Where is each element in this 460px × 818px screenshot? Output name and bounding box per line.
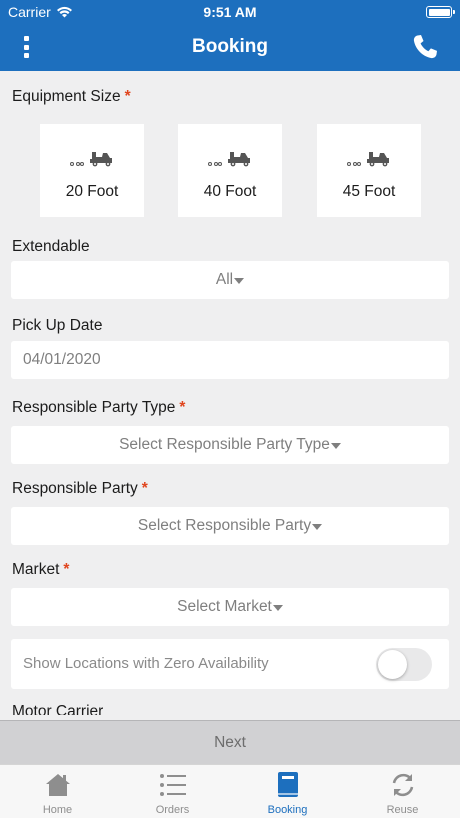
equipment-option-45ft[interactable]: 45 Foot [317, 124, 421, 217]
equipment-option-20ft[interactable]: 20 Foot [40, 124, 144, 217]
phone-icon[interactable] [410, 32, 440, 62]
motor-carrier-label: Motor Carrier [12, 703, 104, 715]
equipment-size-label-text: Equipment Size [12, 88, 121, 105]
tab-reuse[interactable]: Reuse [345, 765, 460, 818]
required-mark: * [141, 480, 148, 497]
battery-icon [426, 6, 455, 18]
caret-down-icon [330, 443, 341, 449]
truck-icon [347, 152, 389, 167]
list-icon [160, 774, 186, 796]
required-mark: * [179, 399, 186, 416]
required-mark: * [124, 88, 131, 105]
extendable-label: Extendable [12, 238, 90, 255]
market-label: Market * [12, 561, 69, 579]
tab-bar: Home Orders Booking Reuse [0, 764, 460, 818]
equipment-option-label: 20 Foot [65, 183, 119, 200]
home-icon [46, 774, 70, 796]
equipment-option-label: 40 Foot [203, 183, 257, 200]
extendable-select[interactable]: All [11, 261, 449, 299]
pick-up-date-field[interactable]: 04/01/2020 [11, 341, 449, 379]
equipment-option-label: 45 Foot [342, 183, 396, 200]
zero-availability-row: Show Locations with Zero Availability [11, 639, 449, 689]
pick-up-date-label: Pick Up Date [12, 317, 103, 334]
tab-booking[interactable]: Booking [230, 765, 345, 818]
tab-orders-label: Orders [155, 804, 190, 816]
responsible-party-label: Responsible Party * [12, 480, 148, 498]
reuse-icon [392, 773, 414, 797]
zero-availability-label: Show Locations with Zero Availability [23, 655, 269, 672]
tab-orders[interactable]: Orders [115, 765, 230, 818]
page-title: Booking [192, 36, 268, 57]
toggle-knob [378, 650, 407, 679]
status-bar: Carrier 9:51 AM [0, 0, 460, 24]
responsible-party-type-placeholder: Select Responsible Party Type [119, 436, 330, 453]
equipment-size-label: Equipment Size * [12, 88, 131, 106]
responsible-party-select[interactable]: Select Responsible Party [11, 507, 449, 545]
truck-icon [208, 152, 250, 167]
tab-home[interactable]: Home [0, 765, 115, 818]
responsible-party-type-select[interactable]: Select Responsible Party Type [11, 426, 449, 464]
tab-reuse-label: Reuse [386, 804, 419, 816]
responsible-party-type-label-text: Responsible Party Type [12, 399, 176, 416]
caret-down-icon [312, 524, 323, 530]
app-header: Carrier 9:51 AM Booking [0, 0, 460, 71]
zero-availability-toggle[interactable] [376, 648, 432, 681]
tab-booking-label: Booking [267, 804, 308, 816]
required-mark: * [63, 561, 70, 578]
truck-icon [70, 152, 112, 167]
responsible-party-placeholder: Select Responsible Party [137, 517, 312, 534]
tab-home-label: Home [42, 804, 73, 816]
next-button[interactable]: Next [0, 720, 460, 764]
book-icon [278, 772, 298, 797]
market-select[interactable]: Select Market [11, 588, 449, 626]
caret-down-icon [234, 278, 245, 284]
responsible-party-type-label: Responsible Party Type * [12, 399, 185, 417]
market-label-text: Market [12, 561, 60, 578]
extendable-value: All [215, 271, 234, 288]
responsible-party-label-text: Responsible Party [12, 480, 138, 497]
pick-up-date-value: 04/01/2020 [23, 351, 101, 368]
caret-down-icon [272, 605, 283, 611]
clock: 9:51 AM [203, 4, 257, 20]
equipment-option-40ft[interactable]: 40 Foot [178, 124, 282, 217]
market-placeholder: Select Market [177, 598, 272, 615]
